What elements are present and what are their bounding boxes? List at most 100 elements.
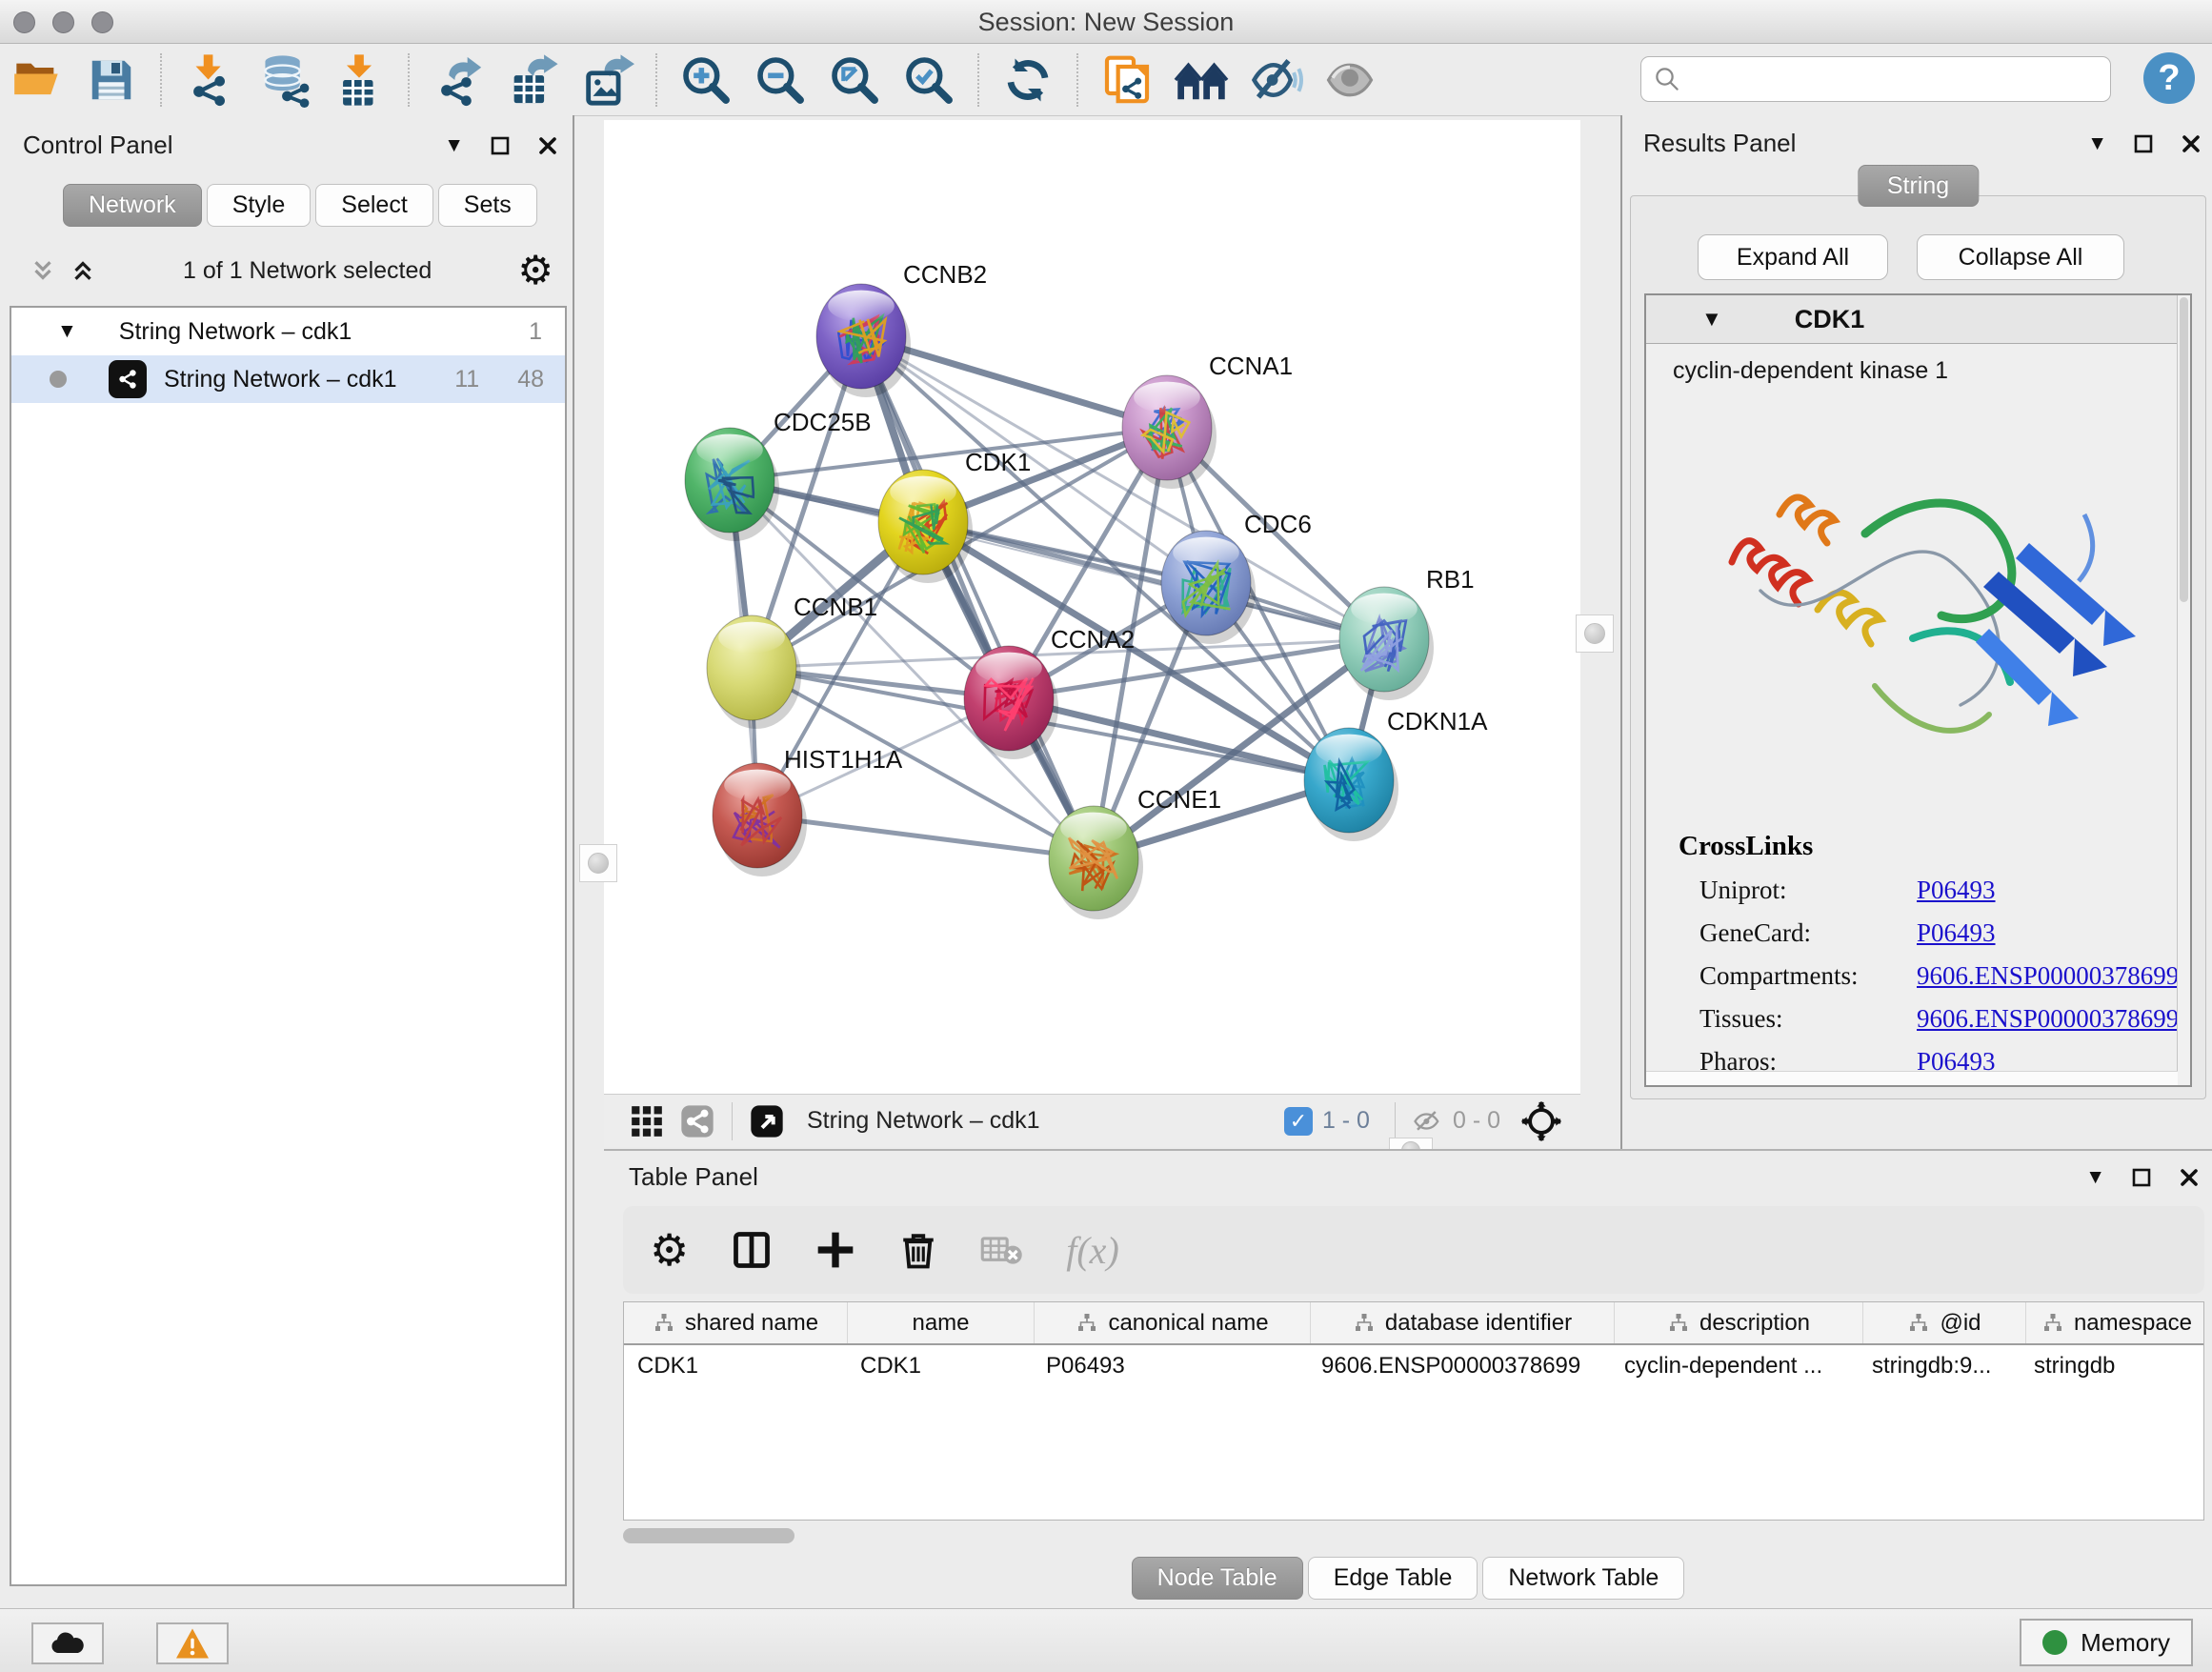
- memory-button[interactable]: Memory: [2020, 1619, 2193, 1666]
- close-panel-icon[interactable]: [2178, 1166, 2201, 1189]
- node-table[interactable]: shared namenamecanonical namedatabase id…: [623, 1301, 2204, 1521]
- column-header-database-identifier[interactable]: database identifier: [1311, 1302, 1615, 1343]
- apply-layout-button[interactable]: [995, 51, 1061, 109]
- help-button[interactable]: ?: [2143, 52, 2195, 104]
- table-horizontal-scrollbar[interactable]: [623, 1528, 794, 1543]
- network-node-cdc6[interactable]: CDC6: [1161, 510, 1312, 644]
- results-vertical-scrollbar[interactable]: [2177, 295, 2190, 1085]
- gene-header[interactable]: ▼ CDK1: [1646, 295, 2190, 344]
- export-network-button[interactable]: [425, 51, 492, 109]
- crosslink-link[interactable]: 9606.ENSP00000378699: [1917, 1004, 2179, 1033]
- network-node-hist1h1a[interactable]: HIST1H1A: [713, 745, 903, 876]
- network-view-icon[interactable]: [678, 1102, 716, 1140]
- import-network-database-button[interactable]: [251, 51, 318, 109]
- panel-menu-icon[interactable]: ▼: [444, 135, 464, 155]
- left-splitter-handle[interactable]: [579, 844, 617, 882]
- network-node-ccne1[interactable]: CCNE1: [1049, 785, 1221, 919]
- export-image-button[interactable]: [573, 51, 640, 109]
- column-header--id[interactable]: @id: [1863, 1302, 2026, 1343]
- show-columns-icon[interactable]: [731, 1229, 773, 1271]
- table-row[interactable]: CDK1CDK1P064939606.ENSP00000378699cyclin…: [624, 1345, 2203, 1387]
- birds-eye-view-icon[interactable]: [748, 1102, 786, 1140]
- network-node-ccnb2[interactable]: CCNB2: [816, 260, 987, 397]
- network-graph[interactable]: CCNB2CCNA1CDC25BCDK1CDC6RB1CCNB1CCNA2CDK…: [604, 120, 1580, 1094]
- table-cell[interactable]: CDK1: [624, 1345, 847, 1387]
- tab-network[interactable]: Network: [63, 184, 202, 227]
- zoom-selected-button[interactable]: [895, 51, 962, 109]
- table-cell[interactable]: stringdb: [2021, 1345, 2202, 1387]
- first-neighbors-button[interactable]: [1168, 51, 1235, 109]
- panel-menu-icon[interactable]: ▼: [2087, 133, 2107, 153]
- zoom-out-button[interactable]: [747, 51, 814, 109]
- expand-all-icon[interactable]: [69, 255, 97, 286]
- show-all-button[interactable]: [1317, 51, 1383, 109]
- network-row[interactable]: String Network – cdk1 11 48: [11, 355, 565, 403]
- collapse-triangle-icon[interactable]: ▼: [57, 320, 77, 343]
- copy-network-button[interactable]: [1094, 51, 1160, 109]
- warning-status-button[interactable]: [156, 1622, 229, 1664]
- column-header-namespace[interactable]: namespace: [2026, 1302, 2204, 1343]
- table-cell[interactable]: stringdb:9...: [1859, 1345, 2021, 1387]
- collapse-all-icon[interactable]: [29, 255, 57, 286]
- toolbar-separator: [655, 53, 657, 107]
- zoom-fit-button[interactable]: [821, 51, 888, 109]
- float-panel-icon[interactable]: [2132, 132, 2155, 155]
- column-header-name[interactable]: name: [848, 1302, 1035, 1343]
- right-splitter-handle[interactable]: [1576, 614, 1614, 653]
- network-node-ccnb1[interactable]: CCNB1: [707, 593, 877, 729]
- collapse-all-button[interactable]: Collapse All: [1917, 234, 2124, 280]
- open-session-button[interactable]: [4, 51, 70, 109]
- crosslink-link[interactable]: P06493: [1917, 876, 1996, 904]
- expand-all-button[interactable]: Expand All: [1698, 234, 1888, 280]
- selected-nodes-checkbox[interactable]: ✓: [1284, 1107, 1313, 1136]
- gear-icon[interactable]: ⚙: [517, 251, 553, 291]
- crosslink-link[interactable]: 9606.ENSP00000378699: [1917, 961, 2179, 990]
- import-network-file-button[interactable]: [177, 51, 244, 109]
- network-node-cdkn1a[interactable]: CDKN1A: [1304, 707, 1488, 841]
- tab-select[interactable]: Select: [315, 184, 432, 227]
- table-cell[interactable]: P06493: [1033, 1345, 1308, 1387]
- network-edge[interactable]: [923, 522, 1384, 639]
- tab-edge-table[interactable]: Edge Table: [1308, 1557, 1478, 1600]
- table-settings-gear-icon[interactable]: ⚙: [650, 1228, 689, 1272]
- network-edge[interactable]: [757, 816, 1094, 858]
- close-panel-icon[interactable]: [2180, 132, 2202, 155]
- column-header-description[interactable]: description: [1615, 1302, 1863, 1343]
- search-input[interactable]: [1689, 65, 2110, 93]
- float-panel-icon[interactable]: [2130, 1166, 2153, 1189]
- save-session-button[interactable]: [78, 51, 145, 109]
- tab-network-table[interactable]: Network Table: [1482, 1557, 1684, 1600]
- add-column-icon[interactable]: [814, 1229, 856, 1271]
- delete-column-icon[interactable]: [898, 1229, 938, 1271]
- results-horizontal-scrollbar[interactable]: [1646, 1071, 2178, 1085]
- export-table-button[interactable]: [499, 51, 566, 109]
- tab-style[interactable]: Style: [207, 184, 312, 227]
- table-cell[interactable]: CDK1: [847, 1345, 1033, 1387]
- network-node-rb1[interactable]: RB1: [1339, 565, 1475, 700]
- tab-node-table[interactable]: Node Table: [1132, 1557, 1303, 1600]
- table-cell[interactable]: cyclin-dependent ...: [1611, 1345, 1859, 1387]
- tab-string[interactable]: String: [1858, 165, 1979, 207]
- table-cell[interactable]: 9606.ENSP00000378699: [1308, 1345, 1611, 1387]
- column-header-canonical-name[interactable]: canonical name: [1035, 1302, 1311, 1343]
- selected-count: 1 - 0: [1322, 1107, 1370, 1135]
- network-collection-row[interactable]: ▼ String Network – cdk1 1: [11, 308, 565, 355]
- search-field[interactable]: [1640, 56, 2111, 102]
- crosslink-link[interactable]: P06493: [1917, 918, 1996, 947]
- hidden-eye-icon: [1411, 1107, 1443, 1136]
- network-edge[interactable]: [861, 336, 1094, 858]
- import-table-file-button[interactable]: [326, 51, 392, 109]
- hide-selected-button[interactable]: [1242, 51, 1309, 109]
- status-bar: Memory: [0, 1608, 2212, 1672]
- network-view[interactable]: CCNB2CCNA1CDC25BCDK1CDC6RB1CCNB1CCNA2CDK…: [604, 120, 1580, 1094]
- zoom-in-button[interactable]: [673, 51, 739, 109]
- close-panel-icon[interactable]: [536, 134, 559, 157]
- collapse-triangle-icon[interactable]: ▼: [1701, 307, 1722, 332]
- column-header-shared-name[interactable]: shared name: [624, 1302, 848, 1343]
- tab-sets[interactable]: Sets: [438, 184, 537, 227]
- crosshair-icon[interactable]: [1519, 1099, 1563, 1143]
- grid-view-icon[interactable]: [629, 1103, 665, 1139]
- panel-menu-icon[interactable]: ▼: [2085, 1167, 2105, 1187]
- float-panel-icon[interactable]: [489, 134, 512, 157]
- cloud-status-button[interactable]: [31, 1622, 104, 1664]
